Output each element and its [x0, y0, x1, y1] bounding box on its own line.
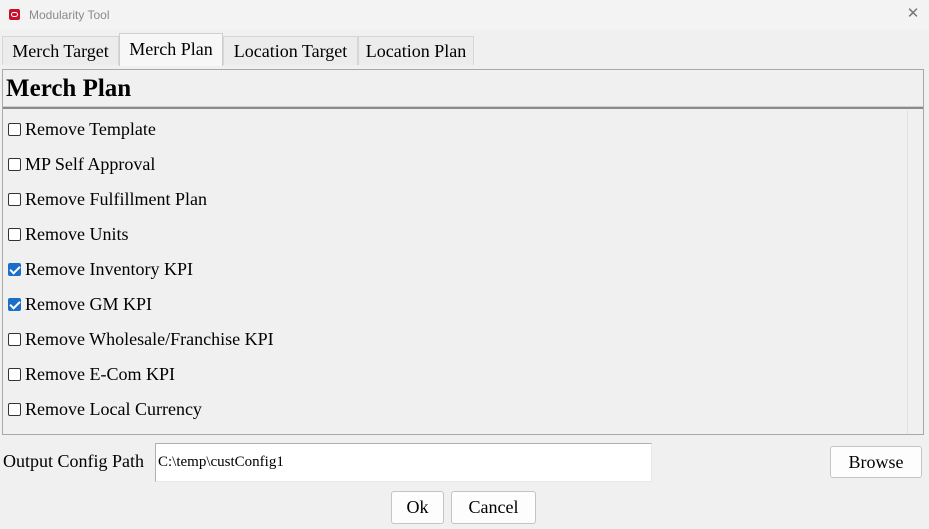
checkbox[interactable]: [8, 192, 21, 206]
panel-header: Merch Plan: [3, 70, 923, 109]
checkbox[interactable]: [8, 157, 21, 171]
tab-location-plan[interactable]: Location Plan: [358, 36, 474, 65]
option-label: Remove Fulfillment Plan: [25, 188, 207, 209]
ok-button[interactable]: Ok: [391, 491, 444, 524]
panel-title: Merch Plan: [6, 75, 132, 102]
checkbox[interactable]: [8, 262, 21, 276]
checkbox[interactable]: [8, 122, 21, 136]
option-label: Remove GM KPI: [25, 293, 152, 314]
option-remove-gm-kpi[interactable]: Remove GM KPI: [8, 293, 152, 315]
vertical-scrollbar[interactable]: [907, 110, 923, 434]
merch-plan-panel: Merch Plan Remove Template MP Self Appro…: [2, 69, 924, 435]
close-icon[interactable]: ✕: [905, 6, 921, 22]
option-remove-units[interactable]: Remove Units: [8, 223, 129, 245]
option-label: Remove Local Currency: [25, 398, 202, 419]
tab-location-target[interactable]: Location Target: [223, 36, 358, 65]
checkbox[interactable]: [8, 297, 21, 311]
browse-button[interactable]: Browse: [830, 446, 922, 478]
checkbox[interactable]: [8, 402, 21, 416]
checkbox[interactable]: [8, 332, 21, 346]
checkbox[interactable]: [8, 367, 21, 381]
option-remove-template[interactable]: Remove Template: [8, 118, 156, 140]
option-label: Remove E-Com KPI: [25, 363, 175, 384]
option-label: MP Self Approval: [25, 153, 156, 174]
tab-merch-plan[interactable]: Merch Plan: [119, 33, 223, 66]
option-label: Remove Units: [25, 223, 129, 244]
option-remove-e-com-kpi[interactable]: Remove E-Com KPI: [8, 363, 175, 385]
option-label: Remove Wholesale/Franchise KPI: [25, 328, 274, 349]
window-title: Modularity Tool: [29, 8, 110, 22]
option-label: Remove Inventory KPI: [25, 258, 193, 279]
option-remove-inventory-kpi[interactable]: Remove Inventory KPI: [8, 258, 193, 280]
output-config-path-label: Output Config Path: [3, 451, 145, 471]
option-remove-fulfillment-plan[interactable]: Remove Fulfillment Plan: [8, 188, 207, 210]
output-config-path-input[interactable]: [155, 443, 652, 482]
tab-merch-target[interactable]: Merch Target: [2, 36, 119, 65]
option-mp-self-approval[interactable]: MP Self Approval: [8, 153, 155, 175]
cancel-button[interactable]: Cancel: [451, 491, 536, 524]
oracle-app-icon: [9, 9, 20, 20]
option-label: Remove Template: [25, 118, 156, 139]
title-bar: Modularity Tool ✕: [0, 0, 929, 30]
checkbox[interactable]: [8, 227, 21, 241]
option-remove-wholesale-franchise-kpi[interactable]: Remove Wholesale/Franchise KPI: [8, 328, 274, 350]
option-remove-local-currency[interactable]: Remove Local Currency: [8, 398, 202, 420]
